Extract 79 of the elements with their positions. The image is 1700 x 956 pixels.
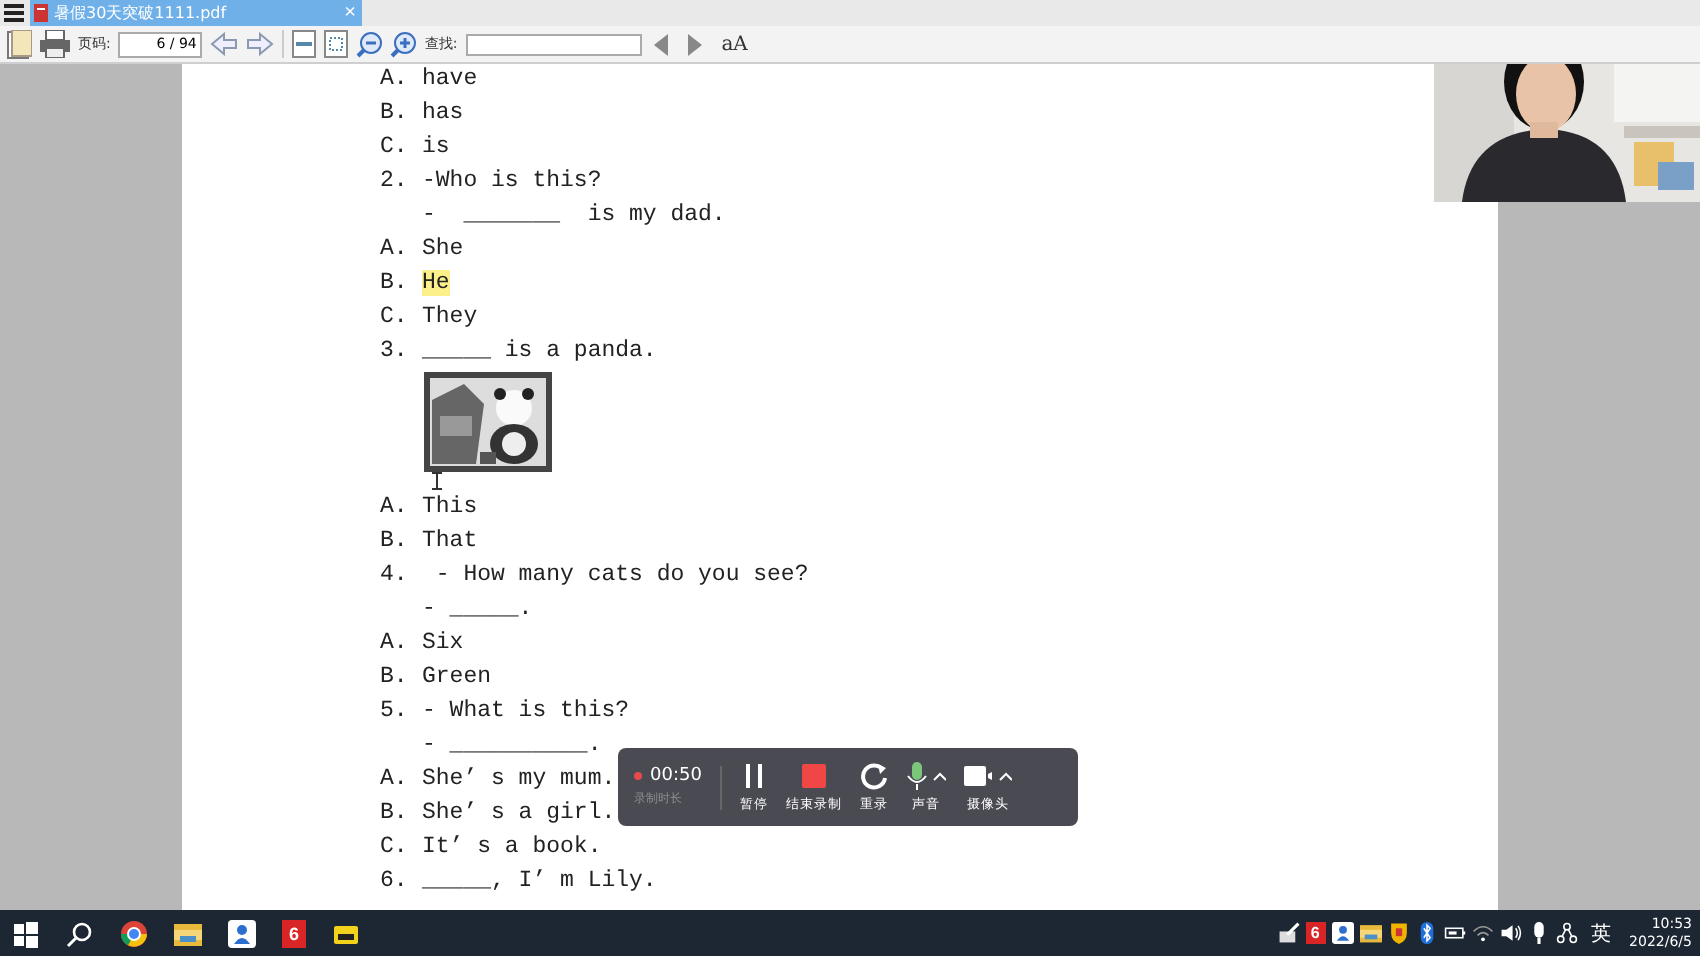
- text-cursor-icon: [432, 472, 442, 490]
- app-icon[interactable]: 6: [282, 919, 306, 947]
- document-text: This: [422, 494, 478, 520]
- redo-icon: [859, 761, 888, 789]
- item-number: A.: [380, 66, 410, 92]
- document-text: - _____.: [422, 596, 533, 622]
- item-number: B.: [380, 664, 410, 690]
- item-number: A.: [380, 494, 410, 520]
- document-text: She: [422, 236, 464, 262]
- document-text: _____, I’ m Lily.: [422, 868, 657, 894]
- item-number: 5.: [380, 698, 410, 724]
- microphone-icon: [905, 761, 946, 789]
- item-number: 2.: [380, 168, 410, 194]
- bluetooth-icon[interactable]: [1415, 922, 1438, 944]
- document-text: - What is this?: [422, 698, 630, 724]
- item-number: A.: [380, 766, 410, 792]
- camera-icon: [963, 761, 1012, 789]
- recording-dot-icon: [634, 772, 642, 780]
- previous-icon[interactable]: [653, 33, 668, 55]
- search-icon[interactable]: [66, 919, 94, 947]
- network-icon[interactable]: [1555, 922, 1578, 944]
- document-text: have: [422, 66, 478, 92]
- item-number: C.: [380, 304, 410, 330]
- zoom-in-icon[interactable]: [390, 31, 417, 57]
- item-number: C.: [380, 134, 410, 160]
- person-icon[interactable]: [1331, 922, 1354, 944]
- item-number: C.: [380, 834, 410, 860]
- document-text: Six: [422, 630, 464, 656]
- folder-icon[interactable]: [174, 919, 202, 947]
- zoom-out-icon[interactable]: [356, 31, 383, 57]
- pdf-file-icon: [34, 4, 48, 22]
- wifi-icon[interactable]: [1471, 922, 1494, 944]
- browser-icon[interactable]: [120, 919, 148, 947]
- document-text: It’ s a book.: [422, 834, 602, 860]
- battery-icon[interactable]: [1443, 922, 1466, 944]
- document-text: - _______ is my dad.: [422, 202, 726, 228]
- document-text: _____ is a panda.: [422, 338, 657, 364]
- document-text: has: [422, 100, 464, 126]
- document-text: She’ s a girl.: [422, 800, 616, 826]
- item-number: 4.: [380, 562, 410, 588]
- stop-icon: [799, 761, 828, 789]
- document-text: Green: [422, 664, 492, 690]
- app-icon[interactable]: 6: [1305, 922, 1326, 944]
- item-number: A.: [380, 630, 410, 656]
- item-number: A.: [380, 236, 410, 262]
- fit-page-icon[interactable]: [324, 30, 349, 58]
- person-icon[interactable]: [228, 919, 256, 947]
- document-text: - How many cats do you see?: [433, 562, 809, 588]
- printer-icon[interactable]: [40, 30, 70, 58]
- volume-icon[interactable]: [1499, 922, 1522, 944]
- menu-icon[interactable]: [4, 4, 24, 22]
- item-number: 6.: [380, 868, 410, 894]
- highlighted-text: He: [422, 270, 450, 296]
- pen-icon[interactable]: [1277, 922, 1300, 944]
- document-text: They: [422, 304, 478, 330]
- forward-arrow-icon[interactable]: [246, 32, 275, 56]
- find-field[interactable]: [465, 33, 642, 55]
- document-icon[interactable]: [6, 29, 32, 59]
- start-icon[interactable]: [12, 919, 40, 947]
- font-button[interactable]: aA: [717, 33, 752, 55]
- tab-title: 暑假30天突破1111.pdf: [54, 2, 229, 24]
- item-number: B.: [380, 800, 410, 826]
- document-text: -Who is this?: [422, 168, 602, 194]
- document-text: is: [422, 134, 450, 160]
- document-text: She’ s my mum.: [422, 766, 616, 792]
- back-arrow-icon[interactable]: [210, 32, 239, 56]
- item-number: B.: [380, 100, 410, 126]
- pause-icon: [741, 761, 766, 789]
- item-number: B.: [380, 528, 410, 554]
- document-text: - __________.: [422, 732, 602, 758]
- next-icon[interactable]: [687, 33, 702, 55]
- fit-width-icon[interactable]: [292, 30, 317, 58]
- shield-icon[interactable]: [1387, 922, 1410, 944]
- document-text: That: [422, 528, 478, 554]
- folder-icon[interactable]: [1359, 922, 1382, 944]
- input-method-indicator[interactable]: 英: [1591, 919, 1612, 947]
- item-number: 3.: [380, 338, 410, 364]
- recording-time: 00:50: [650, 766, 702, 786]
- item-number: B.: [380, 270, 410, 296]
